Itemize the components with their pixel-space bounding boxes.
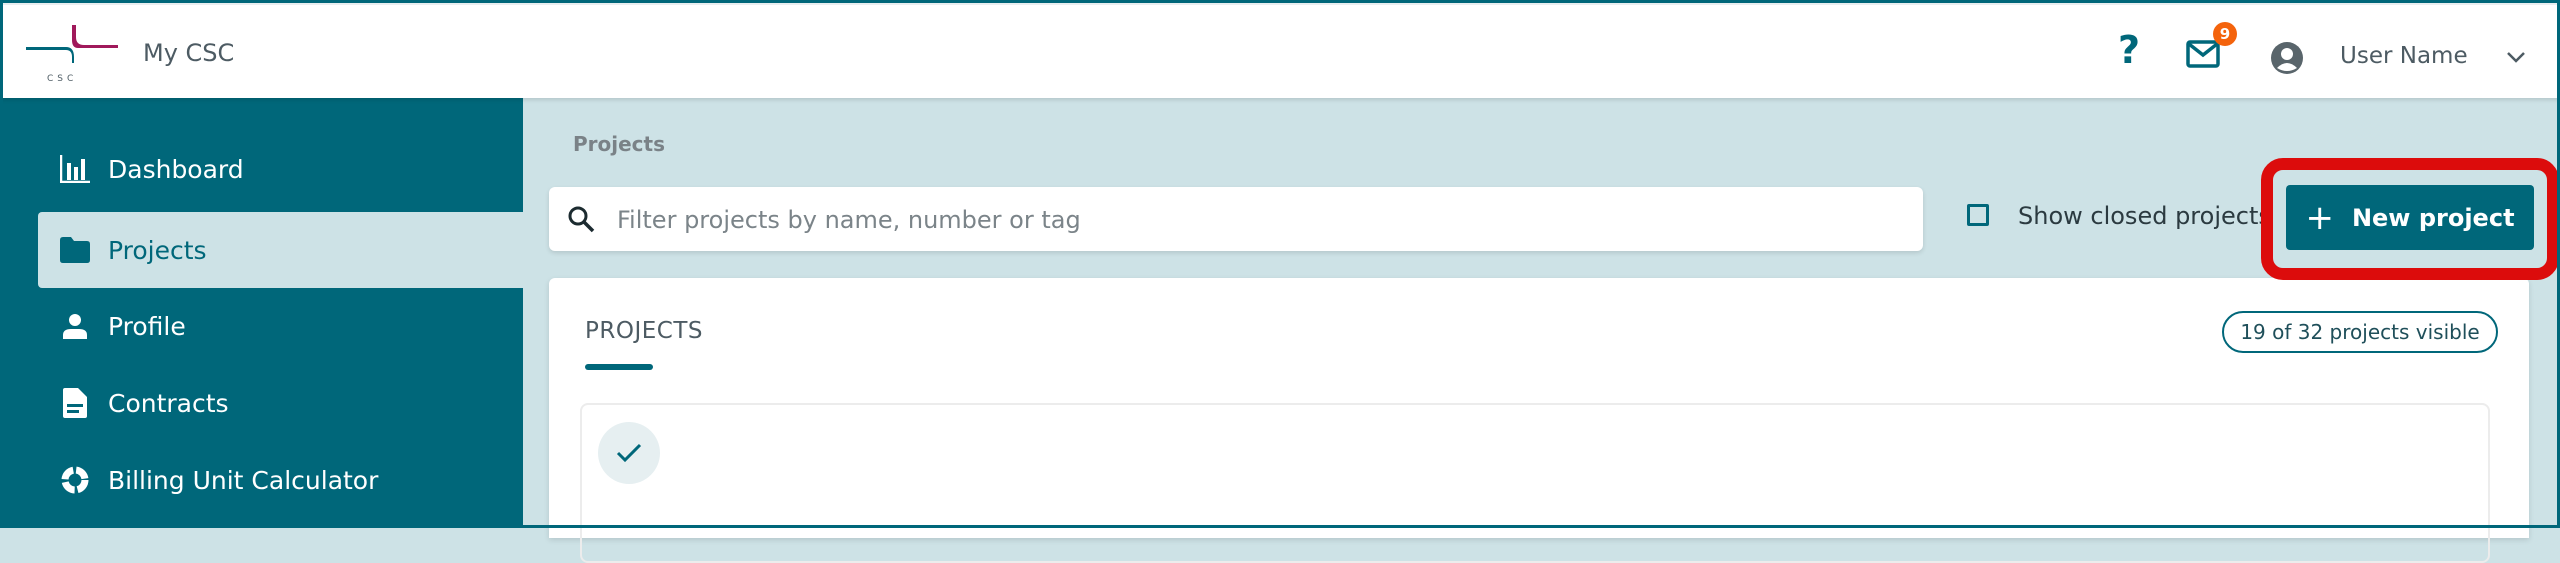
title-underline (585, 364, 653, 370)
app-title: My CSC (143, 39, 235, 67)
person-icon (60, 311, 90, 341)
show-closed-checkbox[interactable] (1967, 204, 1989, 226)
user-name[interactable]: User Name (2340, 43, 2468, 69)
sidebar-item-label: Profile (108, 311, 186, 341)
select-project-toggle[interactable] (598, 422, 660, 484)
sidebar-item-projects[interactable]: Projects (38, 212, 523, 288)
user-avatar-icon[interactable] (2271, 42, 2303, 74)
donut-chart-icon (60, 465, 90, 495)
sidebar-item-contracts[interactable]: Contracts (38, 365, 523, 441)
chevron-down-icon[interactable] (2506, 49, 2526, 63)
csc-logo[interactable]: CSC (26, 23, 118, 85)
sidebar-item-label: Dashboard (108, 154, 244, 184)
notifications-button[interactable] (2186, 40, 2220, 68)
new-project-button[interactable]: + New project (2286, 185, 2534, 250)
sidebar-item-billing-unit-calculator[interactable]: Billing Unit Calculator (38, 442, 523, 518)
search-icon (568, 206, 595, 233)
projects-card: PROJECTS 19 of 32 projects visible (549, 278, 2529, 563)
help-icon[interactable]: ? (2118, 31, 2140, 69)
folder-icon (60, 235, 90, 265)
sidebar-item-profile[interactable]: Profile (38, 288, 523, 364)
sidebar-item-dashboard[interactable]: Dashboard (38, 131, 523, 207)
card-title: PROJECTS (585, 318, 703, 344)
mail-icon (2186, 40, 2220, 68)
sidebar-item-label: Contracts (108, 388, 229, 418)
document-icon (60, 388, 90, 418)
project-filter (549, 187, 1923, 253)
sidebar: Dashboard Projects Profile Contracts Bil… (0, 98, 523, 528)
notification-badge: 9 (2213, 22, 2237, 46)
sidebar-item-label: Projects (108, 235, 207, 265)
plus-icon: + (2305, 197, 2334, 238)
show-closed-label[interactable]: Show closed projects (2018, 202, 2271, 230)
new-project-label: New project (2351, 203, 2515, 232)
visible-count-badge: 19 of 32 projects visible (2222, 311, 2498, 353)
top-header: CSC My CSC ? 9 User Name (0, 0, 2560, 98)
search-input[interactable] (615, 187, 1909, 253)
project-list-item[interactable] (580, 403, 2490, 563)
breadcrumb[interactable]: Projects (573, 132, 665, 156)
bar-chart-icon (60, 154, 90, 184)
check-icon (616, 443, 642, 463)
logo-text: CSC (47, 74, 77, 84)
sidebar-item-label: Billing Unit Calculator (108, 465, 379, 495)
